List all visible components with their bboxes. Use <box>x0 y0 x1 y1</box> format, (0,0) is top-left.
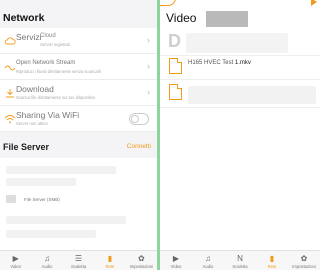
redacted-entry <box>6 230 96 238</box>
tab-audio[interactable]: ♫ Audio <box>31 251 62 270</box>
section-letter: D <box>168 31 181 51</box>
tab-label: Audio <box>41 264 53 269</box>
network-stream-icon <box>4 65 16 71</box>
file-name-ext: 1.mkv <box>234 60 251 66</box>
audio-icon: ♫ <box>44 254 51 263</box>
tab-bar: ▶ Video ♫ Audio N Scaletta ▮ Rete ✿ Impostazioni <box>160 250 320 270</box>
tab-label: Impostazioni <box>129 264 154 269</box>
tab-label: Scaletta <box>70 264 87 269</box>
file-icon[interactable] <box>169 84 182 100</box>
file-server-title: File Server <box>3 142 50 152</box>
settings-icon: ✿ <box>300 254 308 263</box>
tab-bar: ▶ Video ♫ Audio ☰ Scaletta ▮ Rete ✿ Impostazioni <box>0 250 157 270</box>
tab-label: Scaletta <box>232 264 248 269</box>
back-button[interactable] <box>160 0 176 6</box>
row-divider <box>160 79 320 80</box>
tab-audio[interactable]: ♫ Audio <box>192 251 224 270</box>
network-icon: ▮ <box>269 254 275 263</box>
tab-video[interactable]: ▶ Video <box>160 251 192 270</box>
file-name-main: H165 HVEC Test <box>188 60 235 66</box>
page-title: Network <box>3 12 45 24</box>
tab-rete[interactable]: ▮ Rete <box>256 251 288 270</box>
network-icon: ▮ <box>107 254 113 263</box>
video-pane: Video D H165 HVEC Test 1.mkv ▶ Video ♫ Audi… <box>160 0 320 270</box>
server-icon <box>6 195 16 203</box>
row-divider <box>160 107 320 108</box>
open-network-stream-subtitle: Riproduci i flussi direttamente senza sc… <box>16 69 101 74</box>
download-title: Download <box>16 84 54 94</box>
redacted-entry <box>6 166 116 174</box>
tab-label: Impostazioni <box>292 264 316 269</box>
sharing-wifi-row: Sharing Via WiFi Server non attivo <box>0 106 157 132</box>
playlist-icon: N <box>237 254 243 263</box>
redacted-entry <box>6 216 126 224</box>
video-title: Video <box>166 11 197 25</box>
file-icon <box>169 58 182 74</box>
toggle-knob <box>131 115 139 123</box>
file-server-list: File Server (SMB) <box>0 158 157 250</box>
audio-icon: ♫ <box>205 254 211 263</box>
tab-label: Rete <box>267 264 277 269</box>
cloud-icon <box>4 37 16 45</box>
tab-scaletta[interactable]: N Scaletta <box>224 251 256 270</box>
redacted-row <box>186 33 288 53</box>
cloud-services-title: Servizi <box>16 32 42 42</box>
tab-label: Video <box>10 264 22 269</box>
play-arrow-icon[interactable] <box>311 0 317 6</box>
tab-label: Video <box>170 264 182 269</box>
video-icon: ▶ <box>12 254 19 263</box>
file-server-header: File Server Connetti <box>0 138 157 156</box>
row-divider <box>160 55 320 56</box>
network-pane: Network Servizi Cloud Servizi registrati… <box>0 0 157 270</box>
settings-icon: ✿ <box>137 254 145 263</box>
sharing-wifi-subtitle: Server non attivo <box>16 121 48 126</box>
download-subtitle: Scarica file direttamente sul tuo dispos… <box>16 95 96 100</box>
tab-scaletta[interactable]: ☰ Scaletta <box>63 251 94 270</box>
tab-impostazioni[interactable]: ✿ Impostazioni <box>288 251 320 270</box>
open-network-stream-title: Open Network Stream <box>16 60 76 66</box>
network-header: Network <box>0 0 157 28</box>
connect-button[interactable]: Connetti <box>127 143 151 150</box>
playlist-icon: ☰ <box>74 254 83 263</box>
chevron-right-icon: › <box>147 35 150 45</box>
chevron-right-icon: › <box>147 87 150 97</box>
redacted-file-name <box>188 86 316 104</box>
nav-bar <box>160 0 320 8</box>
file-server-entry-label: File Server (SMB) <box>24 197 60 202</box>
tab-video[interactable]: ▶ Video <box>0 251 31 270</box>
download-icon <box>6 89 14 98</box>
network-list: Servizi Cloud Servizi registrati › Open … <box>0 28 157 132</box>
redacted-title <box>206 11 248 27</box>
video-icon: ▶ <box>172 254 180 263</box>
open-network-stream-row[interactable]: Open Network Stream Riproduci i flussi d… <box>0 54 157 80</box>
tab-label: Audio <box>202 264 214 269</box>
tab-impostazioni[interactable]: ✿ Impostazioni <box>126 251 157 270</box>
tab-rete[interactable]: ▮ Rete <box>94 251 125 270</box>
sharing-wifi-title: Sharing Via WiFi <box>16 110 80 120</box>
cloud-services-subtitle: Servizi registrati <box>40 42 70 47</box>
redacted-entry <box>6 178 76 186</box>
download-row[interactable]: Download Scarica file direttamente sul t… <box>0 80 157 106</box>
file-name[interactable]: H165 HVEC Test 1.mkv <box>188 60 251 66</box>
tab-label: Rete <box>105 264 115 269</box>
cloud-services-title-suffix: Cloud <box>40 33 56 39</box>
cloud-services-row[interactable]: Servizi Cloud Servizi registrati › <box>0 28 157 54</box>
chevron-right-icon: › <box>147 61 150 71</box>
wifi-icon <box>4 115 16 124</box>
sharing-wifi-toggle[interactable] <box>129 113 149 125</box>
